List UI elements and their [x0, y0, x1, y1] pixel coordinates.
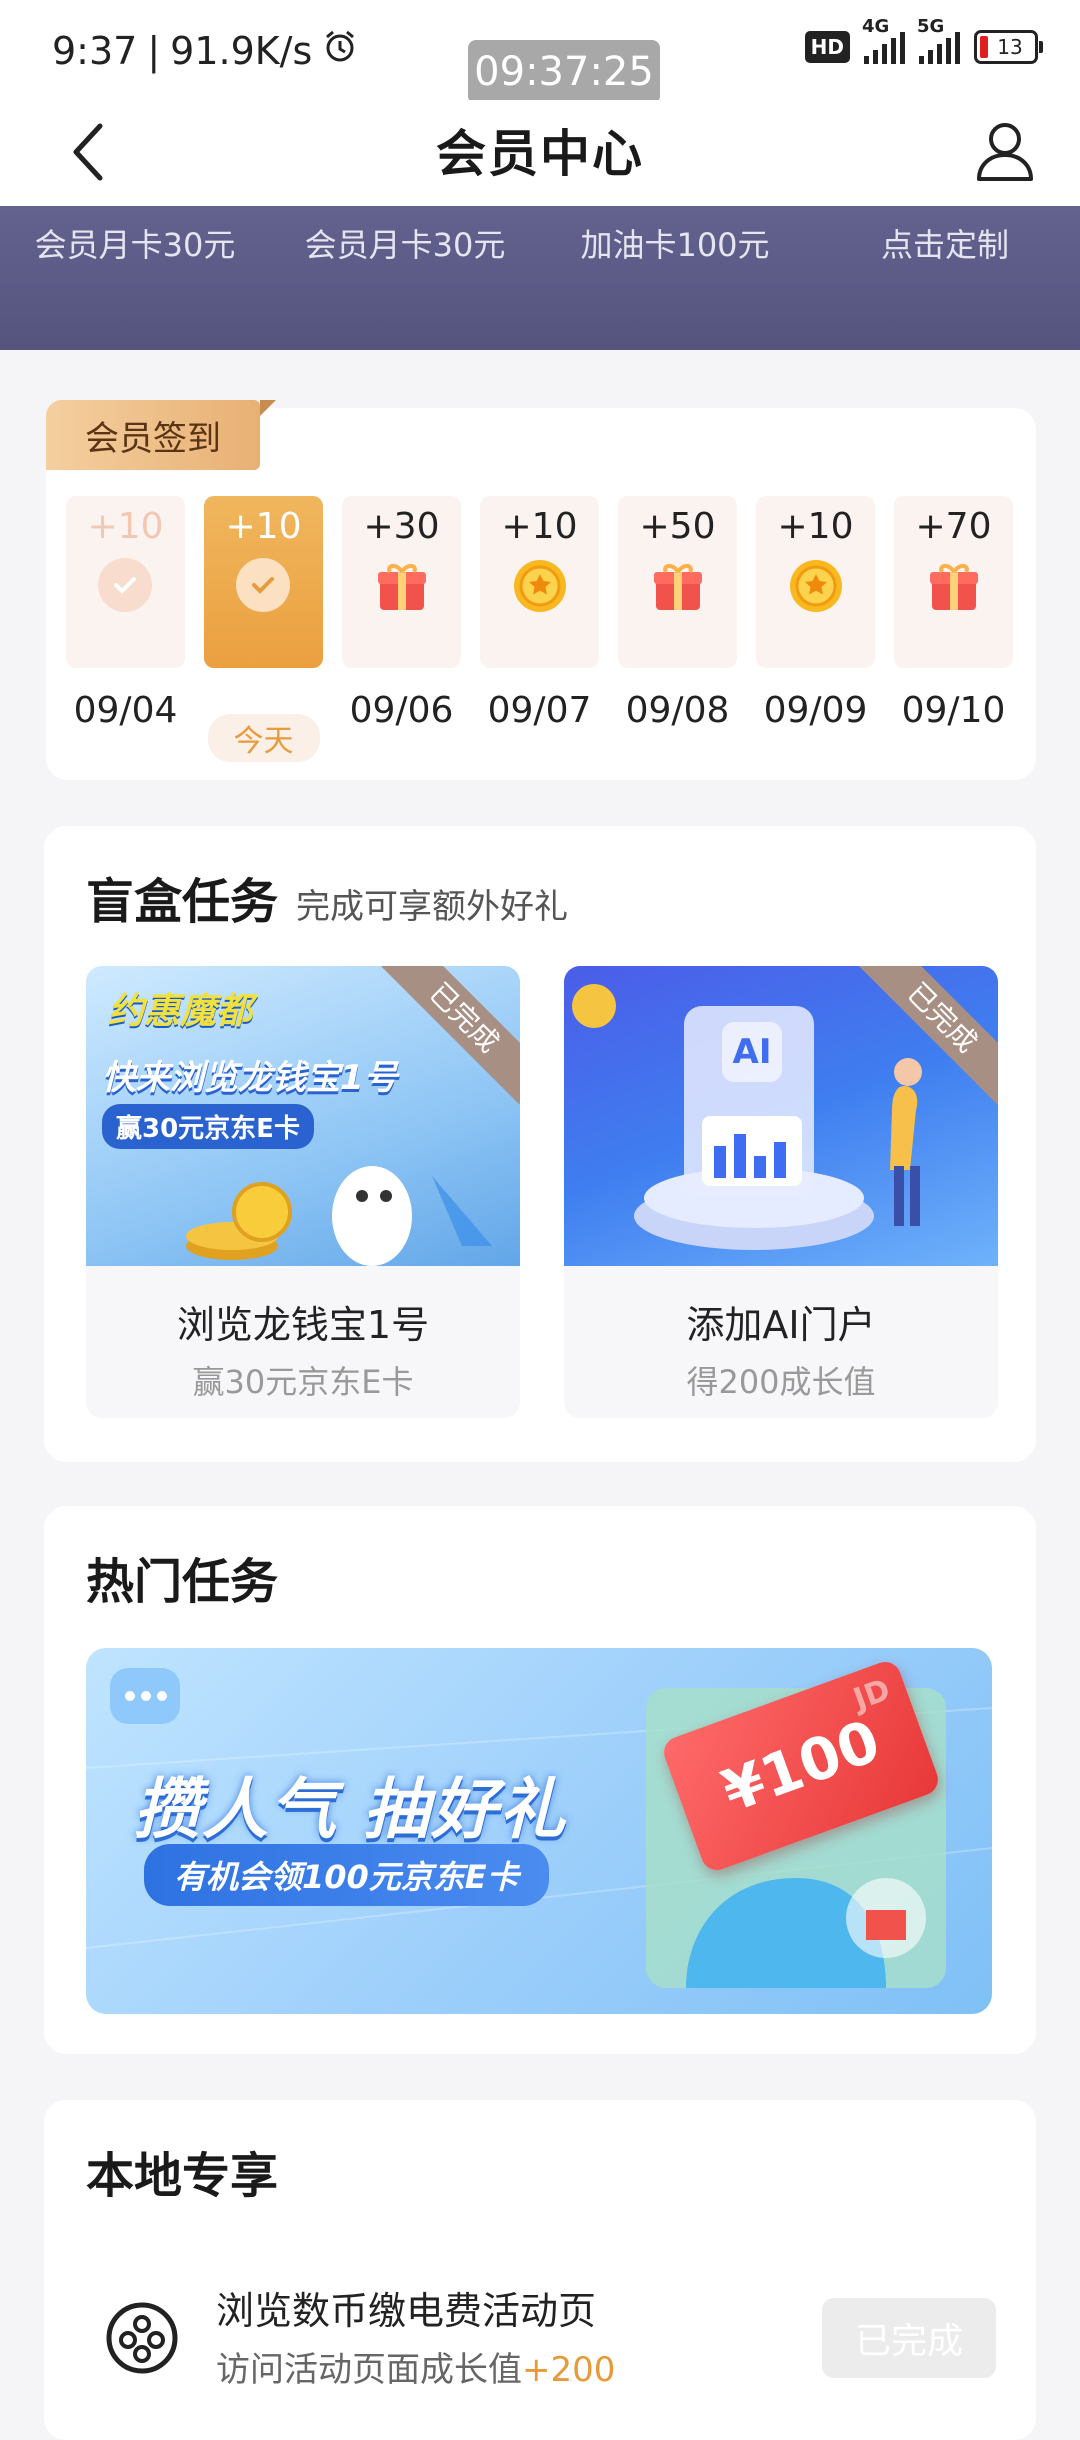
- task-name: 添加AI门户: [686, 1303, 876, 1347]
- status-right: HD 4G 5G 13: [804, 16, 1043, 64]
- check-icon: [98, 558, 154, 614]
- gift-icon: [378, 564, 426, 610]
- gift-icon: [930, 564, 978, 610]
- today-label: 今天: [207, 714, 320, 762]
- gift-icon: [654, 564, 702, 610]
- completed-ribbon: 已完成: [377, 966, 520, 1105]
- battery-icon: 13: [974, 30, 1043, 64]
- signal-1-icon: 4G: [862, 16, 905, 64]
- signin-days: +10 09/04 +10 今天 +30 09/06 +10 09/07 +50…: [66, 496, 1013, 762]
- film-reel-icon: [106, 2302, 178, 2374]
- signin-day[interactable]: +10 09/04: [66, 496, 185, 736]
- completed-button[interactable]: 已完成: [822, 2298, 996, 2378]
- task-promo-image: AI 已完成: [564, 966, 998, 1266]
- page-title: 会员中心: [436, 125, 644, 183]
- signin-day[interactable]: +70 09/10: [894, 496, 1013, 736]
- task-reward: 赢30元京东E卡: [192, 1363, 414, 1401]
- user-icon: [977, 123, 1033, 181]
- blind-box-task-item[interactable]: AI 已完成 添加AI门户 得200成长值: [564, 966, 998, 1418]
- section-title: 盲盒任务 完成可享额外好礼: [86, 874, 569, 930]
- signin-day[interactable]: +50 09/08: [618, 496, 737, 736]
- benefit-item[interactable]: 点击定制: [810, 220, 1080, 266]
- local-task-name: 浏览数币缴电费活动页: [216, 2289, 597, 2333]
- signin-card: 会员签到 +10 09/04 +10 今天 +30 09/06 +10 09/0…: [46, 400, 1036, 780]
- benefit-item[interactable]: 加油卡100元: [540, 220, 810, 266]
- signin-day[interactable]: +30 09/06: [342, 496, 461, 736]
- coin-icon: [514, 560, 566, 612]
- banner-headline: 攒人气 抽好礼: [134, 1771, 567, 1848]
- coin-icon: [790, 560, 842, 612]
- check-icon: [236, 558, 292, 614]
- hot-tasks-card: 热门任务 攒人气 抽好礼 有机会领100元京东E卡 ¥100 JD: [44, 1506, 1036, 2054]
- benefit-item[interactable]: 会员月卡30元: [270, 220, 540, 266]
- alarm-icon: [322, 28, 358, 73]
- status-bar: 9:37 | 91.9K/s 09:37:25 HD 4G 5G 13: [0, 0, 1080, 104]
- hd-badge: HD: [804, 31, 850, 63]
- section-title: 热门任务: [86, 1554, 279, 1610]
- app-header: 会员中心: [0, 100, 1080, 206]
- blind-box-task-item[interactable]: 约惠魔都 快来浏览龙钱宝1号 赢30元京东E卡 已完成 浏览龙钱宝1号 赢30元…: [86, 966, 520, 1418]
- task-name: 浏览龙钱宝1号: [176, 1303, 430, 1347]
- local-task-item: 浏览数币缴电费活动页 访问活动页面成长值+200 已完成: [86, 2270, 996, 2400]
- signal-2-icon: 5G: [917, 16, 960, 64]
- coins-and-mascot-illustration: [186, 1166, 492, 1266]
- local-task-desc: 访问活动页面成长值+200: [216, 2350, 616, 2390]
- section-title: 本地专享: [86, 2148, 279, 2204]
- reward-value: +200: [522, 2350, 616, 2390]
- status-time: 9:37: [52, 28, 138, 73]
- banner-subtitle: 有机会领100元京东E卡: [144, 1844, 549, 1906]
- benefit-item[interactable]: 会员月卡30元: [0, 220, 270, 266]
- section-subtitle: 完成可享额外好礼: [296, 887, 569, 927]
- task-reward: 得200成长值: [686, 1363, 876, 1401]
- signin-day[interactable]: +10 09/09: [756, 496, 875, 736]
- task-promo-image: 约惠魔都 快来浏览龙钱宝1号 赢30元京东E卡 已完成: [86, 966, 520, 1266]
- signin-badge: 会员签到: [46, 400, 276, 470]
- network-speed: 91.9K/s: [170, 28, 313, 73]
- screen-recording-clock: 09:37:25: [468, 40, 660, 104]
- status-left: 9:37 | 91.9K/s: [52, 28, 358, 73]
- local-exclusive-card: 本地专享 浏览数币缴电费活动页 访问活动页面成长值+200 已完成: [44, 2100, 1036, 2440]
- user-profile-button[interactable]: [960, 106, 1050, 196]
- signin-day-today[interactable]: +10 今天: [204, 496, 323, 762]
- member-benefits-banner: 会员月卡30元 会员月卡30元 加油卡100元 点击定制: [0, 206, 1080, 350]
- blind-box-tasks-card: 盲盒任务 完成可享额外好礼 约惠魔都 快来浏览龙钱宝1号 赢30元京东E卡 已完成…: [44, 826, 1036, 1462]
- signin-day[interactable]: +10 09/07: [480, 496, 599, 736]
- hot-task-banner[interactable]: 攒人气 抽好礼 有机会领100元京东E卡 ¥100 JD: [86, 1648, 992, 2014]
